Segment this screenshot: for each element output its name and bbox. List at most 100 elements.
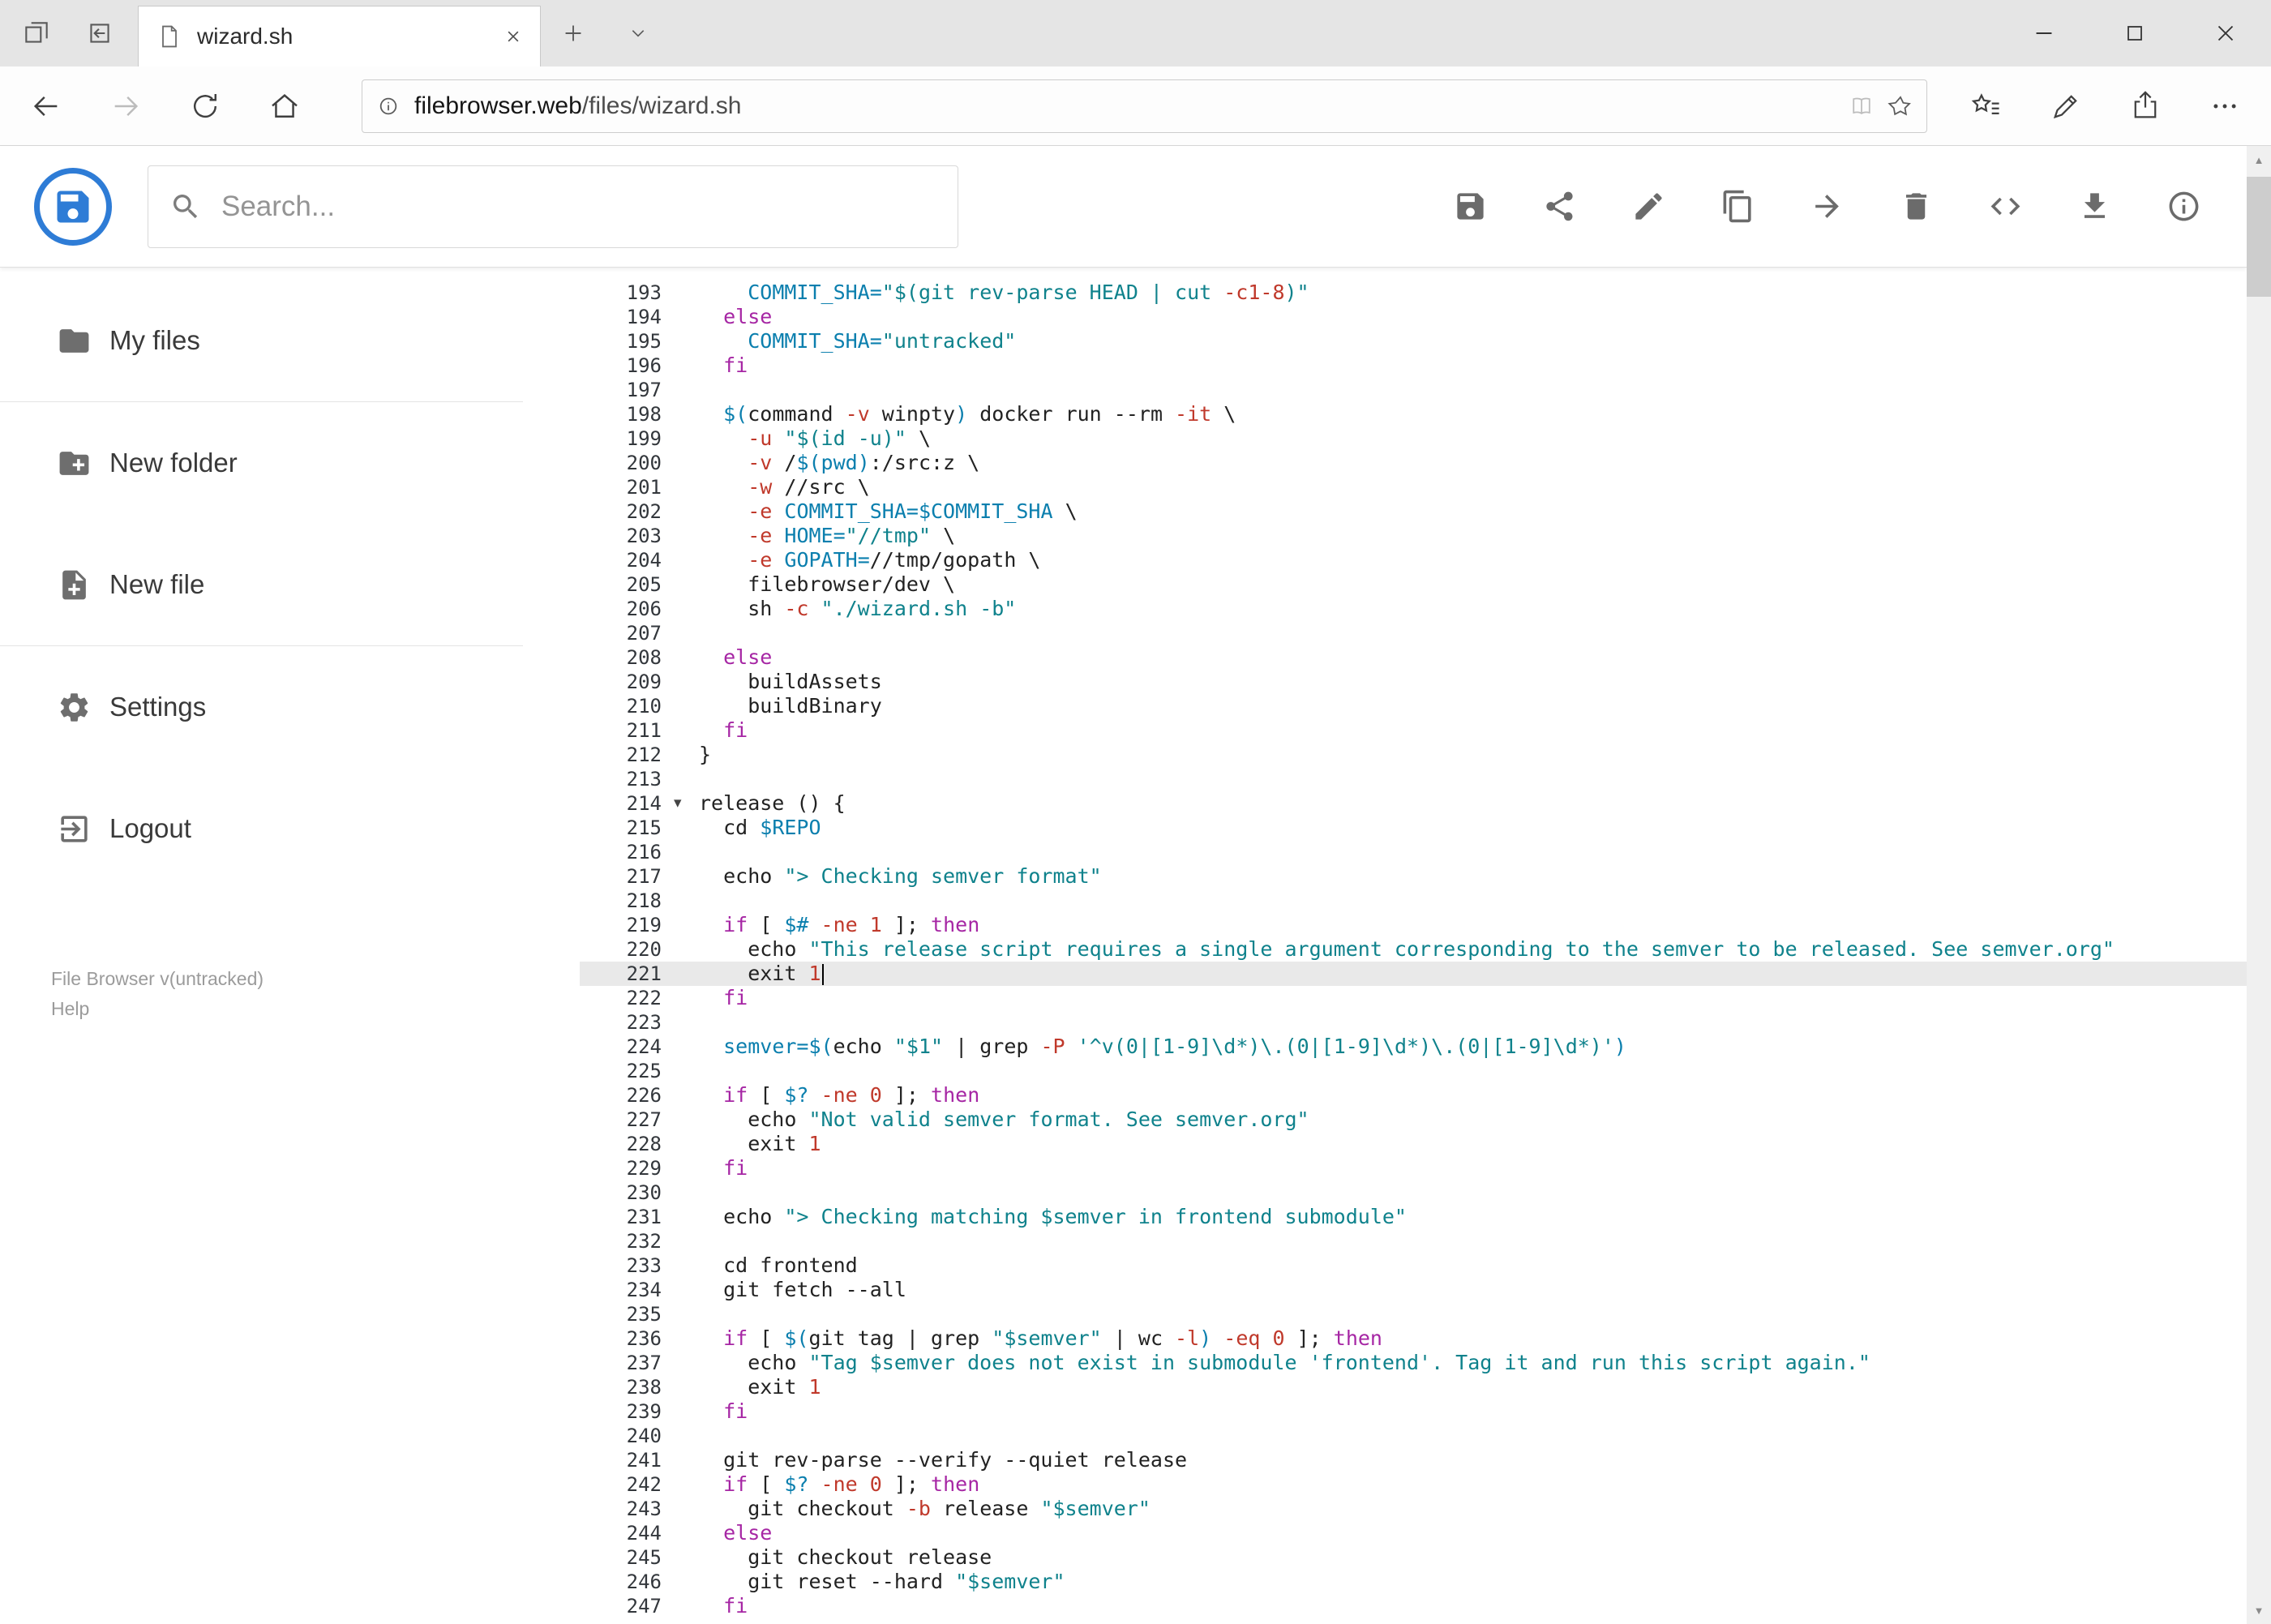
info-button[interactable] [2166,189,2201,225]
code-line[interactable]: 217 echo "> Checking semver format" [580,864,2247,889]
sidebar-item-logout[interactable]: Logout [0,768,523,889]
favorite-star-icon[interactable] [1888,93,1913,119]
code-line[interactable]: 220 echo "This release script requires a… [580,937,2247,962]
search-input[interactable] [221,190,936,223]
new-tab-button[interactable] [551,8,595,58]
browser-tab[interactable]: wizard.sh [138,6,541,66]
code-line[interactable]: 214 ▾ release () { [580,791,2247,816]
share-button[interactable] [1541,189,1577,225]
code-line[interactable]: 236 if [ $(git tag | grep "$semver" | wc… [580,1326,2247,1351]
code-line[interactable]: 216 [580,840,2247,864]
code-line[interactable]: 235 [580,1302,2247,1326]
save-button[interactable] [1452,189,1488,225]
code-editor[interactable]: 193 COMMIT_SHA="$(git rev-parse HEAD | c… [580,268,2247,1624]
address-bar[interactable]: filebrowser.web/files/wizard.sh [362,79,1927,133]
sidebar-item-new-file[interactable]: New file [0,524,523,645]
help-link[interactable]: Help [51,994,523,1024]
maximize-button[interactable] [2089,0,2180,66]
code-line[interactable]: 207 [580,621,2247,645]
code-line[interactable]: 212} [580,743,2247,767]
page-scrollbar[interactable]: ▲ ▼ [2247,146,2271,1624]
code-line[interactable]: 234 git fetch --all [580,1278,2247,1302]
code-line[interactable]: 199 -u "$(id -u)" \ [580,426,2247,451]
code-line[interactable]: 229 fi [580,1156,2247,1181]
scrollbar-thumb[interactable] [2247,177,2271,297]
code-line[interactable]: 197 [580,378,2247,402]
sidebar-item-settings[interactable]: Settings [0,646,523,768]
code-line[interactable]: 215 cd $REPO [580,816,2247,840]
code-line[interactable]: 243 git checkout -b release "$semver" [580,1497,2247,1521]
code-line[interactable]: 218 [580,889,2247,913]
tab-preview-chevron-icon[interactable] [616,8,660,58]
filebrowser-logo[interactable] [34,167,112,246]
code-line[interactable]: 201 -w //src \ [580,475,2247,499]
set-tabs-aside-button[interactable] [15,8,58,58]
refresh-button[interactable] [165,73,245,139]
close-button[interactable] [2180,0,2271,66]
fold-arrow-icon[interactable]: ▾ [674,791,682,815]
code-line[interactable]: 222 fi [580,986,2247,1010]
scroll-down-arrow[interactable]: ▼ [2247,1596,2271,1624]
code-line[interactable]: 193 COMMIT_SHA="$(git rev-parse HEAD | c… [580,281,2247,305]
code-line[interactable]: 228 exit 1 [580,1132,2247,1156]
code-line[interactable]: 244 else [580,1521,2247,1545]
search-box[interactable] [148,165,958,248]
code-line[interactable]: 230 [580,1181,2247,1205]
tab-close-icon[interactable] [501,24,525,49]
code-line[interactable]: 210 buildBinary [580,694,2247,718]
share-button[interactable] [2106,73,2185,139]
code-line[interactable]: 206 sh -c "./wizard.sh -b" [580,597,2247,621]
code-line[interactable]: 195 COMMIT_SHA="untracked" [580,329,2247,354]
download-button[interactable] [2076,189,2112,225]
site-info-icon[interactable] [375,93,401,119]
code-line[interactable]: 224 semver=$(echo "$1" | grep -P '^v(0|[… [580,1035,2247,1059]
code-line[interactable]: 240 [580,1424,2247,1448]
code-line[interactable]: 246 git reset --hard "$semver" [580,1570,2247,1594]
sidebar-item-my-files[interactable]: My files [0,280,523,401]
web-notes-button[interactable] [2026,73,2106,139]
code-line[interactable]: 198 $(command -v winpty) docker run --rm… [580,402,2247,426]
code-line[interactable]: 223 [580,1010,2247,1035]
code-line[interactable]: 247 fi [580,1594,2247,1618]
code-line[interactable]: 219 if [ $# -ne 1 ]; then [580,913,2247,937]
code-line[interactable]: 245 git checkout release [580,1545,2247,1570]
code-line[interactable]: 225 [580,1059,2247,1083]
copy-button[interactable] [1720,189,1755,225]
code-line[interactable]: 231 echo "> Checking matching $semver in… [580,1205,2247,1229]
code-line[interactable]: 208 else [580,645,2247,670]
code-line[interactable]: 221 exit 1 [580,962,2247,986]
code-line[interactable]: 241 git rev-parse --verify --quiet relea… [580,1448,2247,1472]
move-button[interactable] [1809,189,1845,225]
editor-button[interactable] [1987,189,2023,225]
code-line[interactable]: 205 filebrowser/dev \ [580,572,2247,597]
forward-button[interactable] [86,73,165,139]
minimize-button[interactable] [1999,0,2089,66]
code-line[interactable]: 237 echo "Tag $semver does not exist in … [580,1351,2247,1375]
scroll-up-arrow[interactable]: ▲ [2247,146,2271,174]
code-line[interactable]: 233 cd frontend [580,1253,2247,1278]
sidebar-item-new-folder[interactable]: New folder [0,402,523,524]
code-line[interactable]: 200 -v /$(pwd):/src:z \ [580,451,2247,475]
code-line[interactable]: 194 else [580,305,2247,329]
tabs-set-aside-list-button[interactable] [78,8,122,58]
code-line[interactable]: 227 echo "Not valid semver format. See s… [580,1108,2247,1132]
code-line[interactable]: 203 -e HOME="//tmp" \ [580,524,2247,548]
rename-button[interactable] [1630,189,1666,225]
code-line[interactable]: 202 -e COMMIT_SHA=$COMMIT_SHA \ [580,499,2247,524]
code-line[interactable]: 196 fi [580,354,2247,378]
delete-button[interactable] [1898,189,1934,225]
code-line[interactable]: 209 buildAssets [580,670,2247,694]
code-line[interactable]: 213 [580,767,2247,791]
code-line[interactable]: 211 fi [580,718,2247,743]
code-line[interactable]: 204 -e GOPATH=//tmp/gopath \ [580,548,2247,572]
code-line[interactable]: 232 [580,1229,2247,1253]
code-line[interactable]: 239 fi [580,1399,2247,1424]
code-line[interactable]: 238 exit 1 [580,1375,2247,1399]
back-button[interactable] [6,73,86,139]
hub-button[interactable] [1947,73,2026,139]
more-menu-button[interactable] [2185,73,2265,139]
code-line[interactable]: 226 if [ $? -ne 0 ]; then [580,1083,2247,1108]
code-line[interactable]: 242 if [ $? -ne 0 ]; then [580,1472,2247,1497]
reading-view-icon[interactable] [1849,93,1875,119]
home-button[interactable] [245,73,324,139]
